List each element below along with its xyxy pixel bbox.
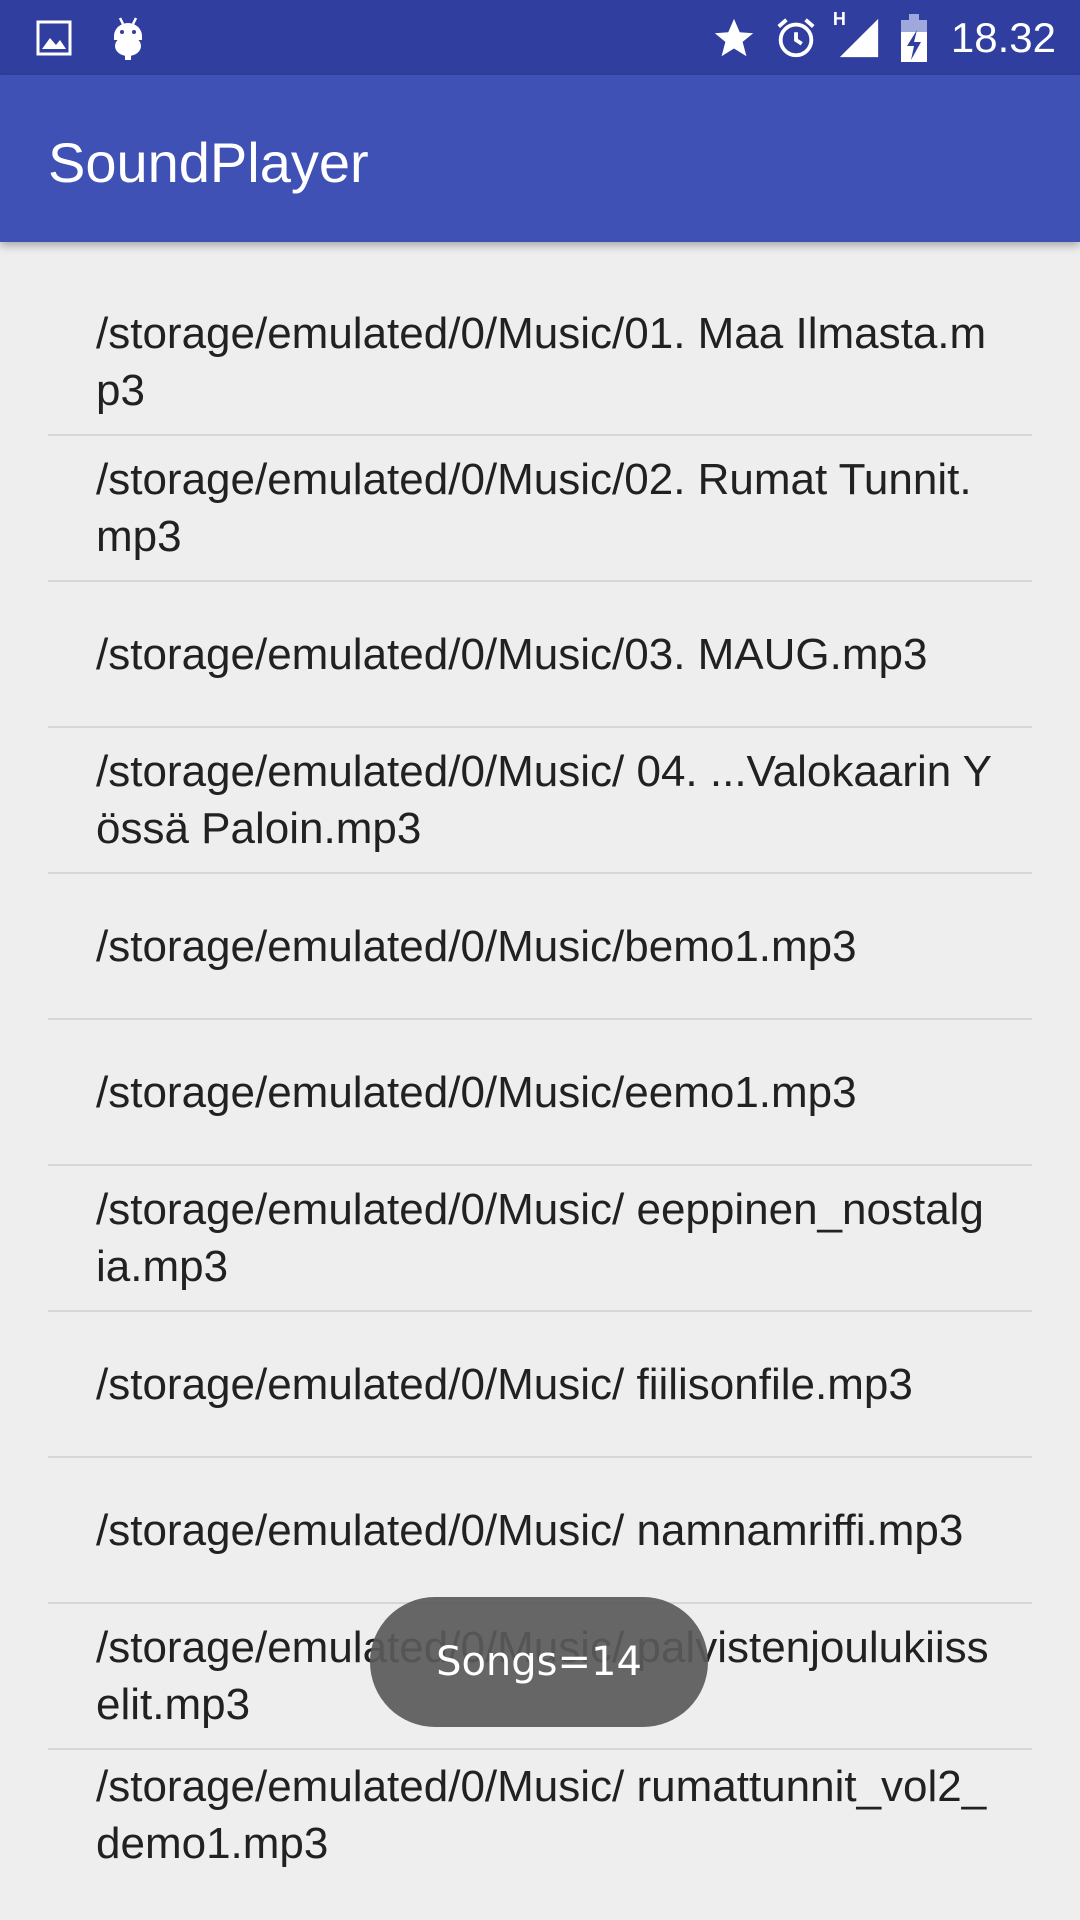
song-list-item[interactable]: /storage/emulated/0/Music/ rumattunnit_v… bbox=[48, 1750, 1032, 1875]
alarm-icon bbox=[773, 15, 819, 61]
song-path: /storage/emulated/0/Music/eemo1.mp3 bbox=[96, 1067, 857, 1117]
android-notification-icon bbox=[110, 16, 146, 60]
song-list-item[interactable]: /storage/emulated/0/Music/02. Rumat Tunn… bbox=[48, 436, 1032, 582]
app-title: SoundPlayer bbox=[48, 131, 369, 194]
song-list-item[interactable]: /storage/emulated/0/Music/ fiilisonfile.… bbox=[48, 1312, 1032, 1458]
song-path: /storage/emulated/0/Music/02. Rumat Tunn… bbox=[96, 455, 972, 561]
song-list-item[interactable]: /storage/emulated/0/Music/ eeppinen_nost… bbox=[48, 1166, 1032, 1312]
cell-signal-icon: H bbox=[833, 9, 883, 61]
song-list-item[interactable]: /storage/emulated/0/Music/eemo1.mp3 bbox=[48, 1020, 1032, 1166]
toast-text: Songs=14 bbox=[436, 1639, 642, 1685]
song-path: /storage/emulated/0/Music/ eeppinen_nost… bbox=[96, 1185, 984, 1291]
toast-message: Songs=14 bbox=[370, 1597, 708, 1727]
song-list-item[interactable]: /storage/emulated/0/Music/01. Maa Ilmast… bbox=[48, 290, 1032, 436]
network-type-label: H bbox=[832, 9, 846, 29]
song-list-item[interactable]: /storage/emulated/0/Music/bemo1.mp3 bbox=[48, 874, 1032, 1020]
status-time: 18.32 bbox=[950, 14, 1056, 61]
song-path: /storage/emulated/0/Music/ rumattunnit_v… bbox=[96, 1762, 987, 1868]
app-bar: SoundPlayer bbox=[0, 75, 1080, 242]
star-icon bbox=[711, 15, 757, 61]
song-list-item[interactable]: /storage/emulated/0/Music/ namnamriffi.m… bbox=[48, 1458, 1032, 1604]
song-path: /storage/emulated/0/Music/bemo1.mp3 bbox=[96, 921, 857, 971]
image-notification-icon bbox=[36, 20, 72, 56]
song-path: /storage/emulated/0/Music/01. Maa Ilmast… bbox=[96, 309, 987, 415]
song-list-item[interactable]: /storage/emulated/0/Music/ 04. ...Valoka… bbox=[48, 728, 1032, 874]
song-path: /storage/emulated/0/Music/03. MAUG.mp3 bbox=[96, 629, 928, 679]
battery-charging-icon bbox=[899, 14, 929, 62]
song-path: /storage/emulated/0/Music/ fiilisonfile.… bbox=[96, 1359, 913, 1409]
status-bar: H 18.32 bbox=[0, 0, 1080, 75]
song-list-item[interactable]: /storage/emulated/0/Music/03. MAUG.mp3 bbox=[48, 582, 1032, 728]
song-path: /storage/emulated/0/Music/ 04. ...Valoka… bbox=[96, 747, 992, 853]
song-path: /storage/emulated/0/Music/ namnamriffi.m… bbox=[96, 1505, 964, 1555]
